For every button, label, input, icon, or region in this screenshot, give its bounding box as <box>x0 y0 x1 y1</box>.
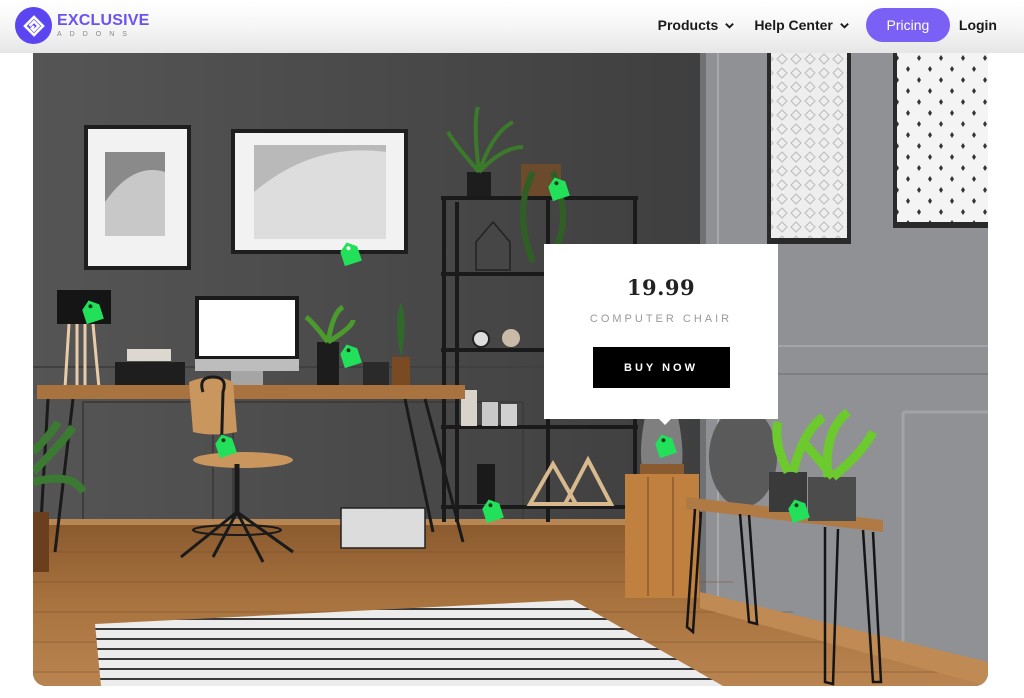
buy-now-button[interactable]: BUY NOW <box>592 347 730 388</box>
pricing-button[interactable]: Pricing <box>865 8 950 42</box>
product-popup: 19.99 COMPUTER CHAIR BUY NOW <box>544 244 778 425</box>
product-price: 19.99 <box>626 275 696 300</box>
logo-icon <box>15 7 52 44</box>
login-link[interactable]: Login <box>959 17 997 33</box>
logo[interactable]: EXCLUSIVE ADDONS <box>15 7 150 44</box>
basket <box>340 507 426 549</box>
wooden-stool <box>625 474 699 598</box>
nav-help-center[interactable]: Help Center <box>754 17 850 33</box>
room-image <box>33 52 988 686</box>
nav-products-label: Products <box>657 17 719 33</box>
nav-help-center-label: Help Center <box>754 17 833 33</box>
product-name: COMPUTER CHAIR <box>589 313 733 325</box>
desk <box>37 385 465 399</box>
nav-products[interactable]: Products <box>658 17 736 33</box>
main-nav: Products Help Center Pricing Login <box>639 8 997 42</box>
room-illustration <box>33 52 988 686</box>
chevron-down-icon <box>840 22 849 29</box>
site-header: EXCLUSIVE ADDONS Products Help Center Pr… <box>0 0 1024 53</box>
chevron-down-icon <box>725 22 735 29</box>
logo-subtitle: ADDONS <box>57 31 135 38</box>
logo-name: EXCLUSIVE <box>57 12 150 29</box>
